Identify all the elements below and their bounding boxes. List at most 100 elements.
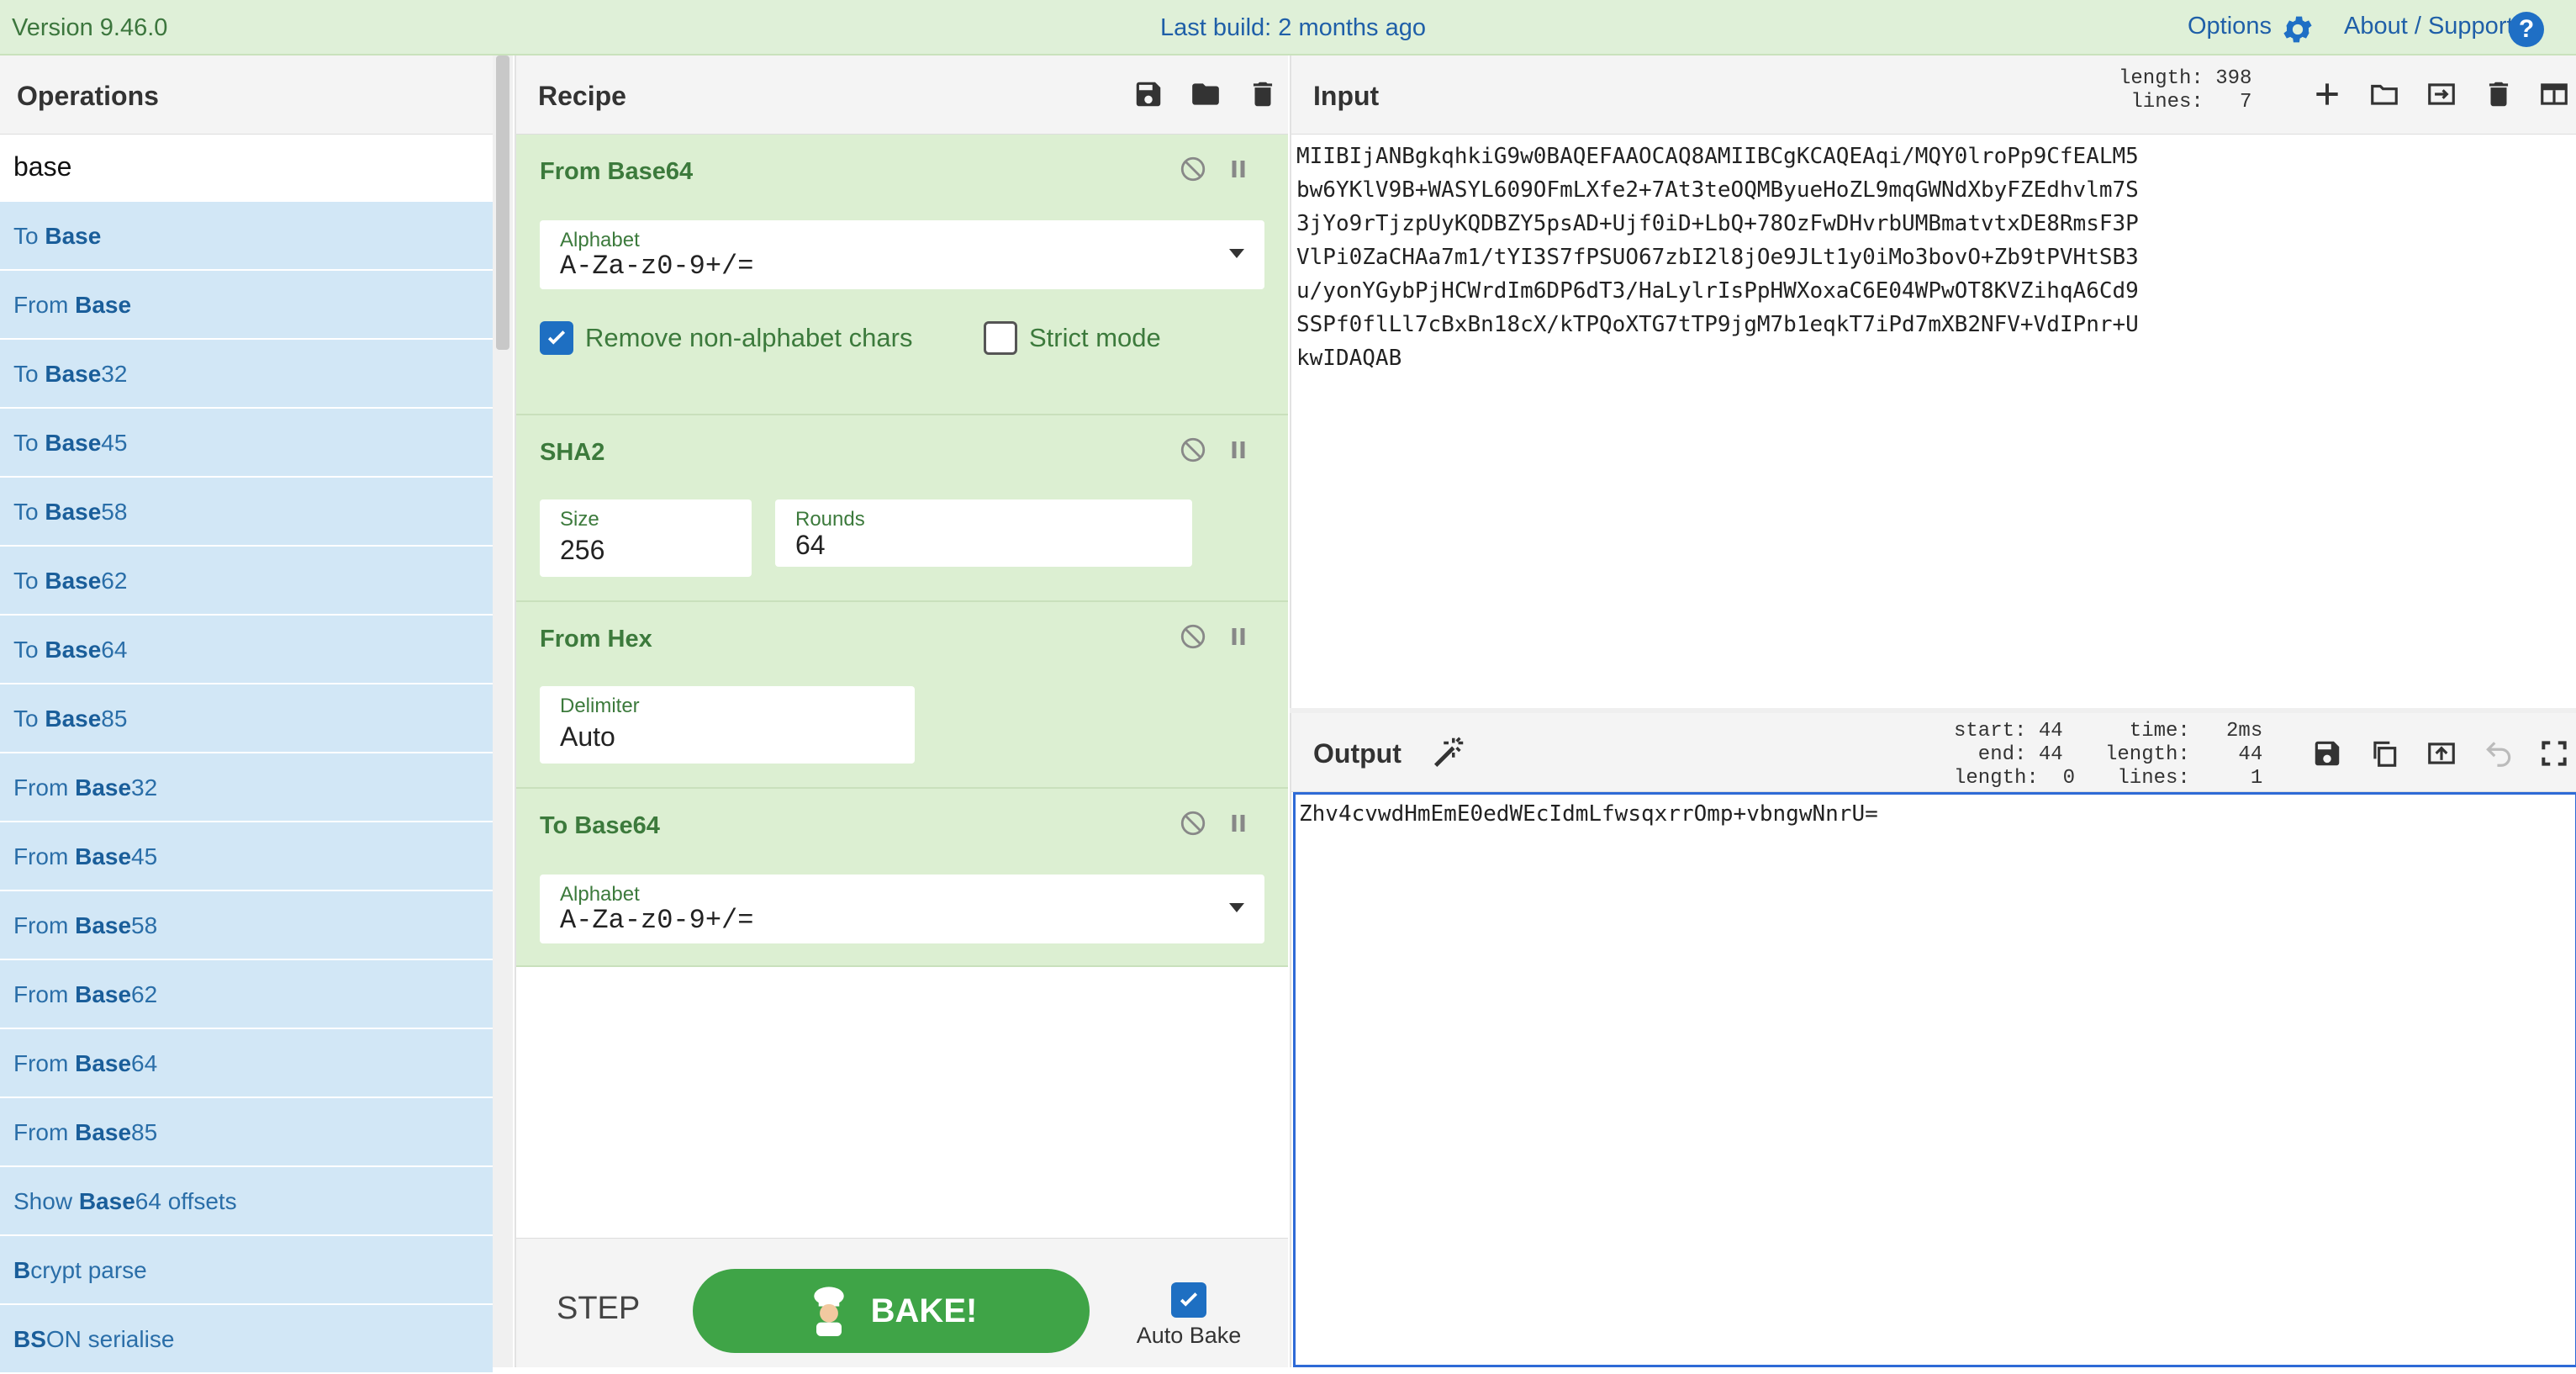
- controls-bar: STEP BAKE! Auto Bake: [516, 1238, 1288, 1367]
- operations-header: Operations: [0, 55, 493, 135]
- field-value: Auto: [560, 721, 615, 752]
- disable-op-icon[interactable]: [1179, 155, 1207, 183]
- bake-button[interactable]: BAKE!: [693, 1269, 1090, 1353]
- input-header: Input length: 398 lines: 7: [1291, 55, 2576, 135]
- operation-item[interactable]: BSON serialise: [0, 1305, 493, 1374]
- output-textarea[interactable]: Zhv4cvwdHmEmE0edWEcIdmLfwsqxrrOmp+vbngwN…: [1293, 792, 2576, 1367]
- output-panel: Output start: 44 end: 44 length: 0 time:…: [1290, 713, 2576, 1367]
- gear-icon[interactable]: [2280, 12, 2315, 47]
- checkbox-checked-icon[interactable]: [1171, 1282, 1206, 1318]
- clear-recipe-trash-icon[interactable]: [1244, 76, 1281, 113]
- field-label: Size: [560, 508, 599, 531]
- recipe-op-to-base64[interactable]: To Base64 Alphabet A-Za-z0-9+/=: [516, 789, 1288, 967]
- open-file-icon[interactable]: [2423, 76, 2460, 113]
- operations-search-input[interactable]: [0, 135, 493, 198]
- chevron-down-icon: [1229, 903, 1244, 912]
- operation-item[interactable]: To Base64: [0, 616, 493, 684]
- disable-op-icon[interactable]: [1179, 809, 1207, 838]
- copy-output-icon[interactable]: [2366, 735, 2403, 772]
- output-text: Zhv4cvwdHmEmE0edWEcIdmLfwsqxrrOmp+vbngwN…: [1299, 801, 1878, 827]
- checkbox-checked-icon[interactable]: [540, 321, 573, 355]
- output-selection-stats: start: 44 end: 44 length: 0: [1954, 720, 2076, 790]
- field-label: Rounds: [795, 508, 865, 531]
- checkbox-label: Strict mode: [1029, 323, 1161, 352]
- auto-bake-toggle[interactable]: Auto Bake: [1122, 1282, 1256, 1349]
- output-header: Output start: 44 end: 44 length: 0 time:…: [1291, 713, 2576, 792]
- delimiter-input[interactable]: Delimiter Auto: [540, 686, 915, 764]
- op-name: SHA2: [540, 439, 605, 466]
- operations-title: Operations: [17, 81, 159, 111]
- checkbox-unchecked-icon[interactable]: [984, 321, 1017, 355]
- op-name: From Base64: [540, 158, 694, 185]
- field-value: 256: [560, 535, 605, 565]
- field-value: 64: [795, 530, 826, 560]
- bake-label: BAKE!: [870, 1292, 978, 1329]
- operation-item[interactable]: To Base62: [0, 547, 493, 616]
- operation-item[interactable]: To Base58: [0, 478, 493, 547]
- about-support-link[interactable]: About / Support: [2344, 13, 2514, 40]
- alphabet-select[interactable]: Alphabet A-Za-z0-9+/=: [540, 220, 1264, 289]
- load-recipe-folder-icon[interactable]: [1187, 76, 1224, 113]
- operations-scrollbar[interactable]: [493, 55, 513, 1367]
- operation-item[interactable]: From Base85: [0, 1098, 493, 1167]
- recipe-op-sha2[interactable]: SHA2 Size 256 Rounds 64: [516, 415, 1288, 602]
- operation-item[interactable]: To Base: [0, 202, 493, 271]
- input-textarea[interactable]: MIIBIjANBgkqhkiG9w0BAQEFAAOCAQ8AMIIBCgKC…: [1296, 140, 2574, 375]
- step-button[interactable]: STEP: [557, 1291, 640, 1327]
- layout-icon[interactable]: [2536, 76, 2573, 113]
- breakpoint-icon[interactable]: [1226, 811, 1251, 836]
- recipe-panel: Recipe From Base64 Alphabet A-Za-z0-9+/=: [515, 55, 1288, 1367]
- disable-op-icon[interactable]: [1179, 622, 1207, 651]
- operation-item[interactable]: To Base32: [0, 340, 493, 409]
- operations-panel: Operations To Base From Base To Base32 T…: [0, 55, 513, 1374]
- operation-item[interactable]: From Base62: [0, 960, 493, 1029]
- checkbox-label: Remove non-alphabet chars: [585, 323, 913, 352]
- alphabet-select[interactable]: Alphabet A-Za-z0-9+/=: [540, 875, 1264, 943]
- help-icon[interactable]: ?: [2509, 12, 2544, 47]
- auto-bake-label: Auto Bake: [1136, 1323, 1242, 1348]
- options-link[interactable]: Options: [2188, 13, 2272, 40]
- operation-item[interactable]: From Base45: [0, 822, 493, 891]
- recipe-op-from-hex[interactable]: From Hex Delimiter Auto: [516, 602, 1288, 789]
- recipe-title: Recipe: [538, 81, 626, 111]
- breakpoint-icon[interactable]: [1226, 156, 1251, 182]
- operation-item[interactable]: From Base32: [0, 753, 493, 822]
- operation-item[interactable]: Show Base64 offsets: [0, 1167, 493, 1236]
- disable-op-icon[interactable]: [1179, 436, 1207, 464]
- undo-icon[interactable]: [2480, 735, 2517, 772]
- operation-item[interactable]: From Base64: [0, 1029, 493, 1098]
- recipe-header: Recipe: [516, 55, 1288, 135]
- top-banner: Version 9.46.0 Last build: 2 months ago …: [0, 0, 2576, 55]
- input-title: Input: [1313, 81, 1380, 111]
- breakpoint-icon[interactable]: [1226, 437, 1251, 462]
- scrollbar-thumb[interactable]: [496, 55, 509, 350]
- magic-wand-icon[interactable]: [1429, 733, 1470, 774]
- operation-item[interactable]: To Base45: [0, 409, 493, 478]
- field-label: Alphabet: [560, 229, 640, 251]
- input-panel: Input length: 398 lines: 7 MIIBIjANBgkqh…: [1290, 55, 2576, 708]
- open-folder-icon[interactable]: [2366, 76, 2403, 113]
- replace-input-icon[interactable]: [2423, 735, 2460, 772]
- size-input[interactable]: Size 256: [540, 499, 752, 577]
- maximise-icon[interactable]: [2536, 735, 2573, 772]
- op-name: To Base64: [540, 812, 660, 839]
- operation-item[interactable]: Bcrypt parse: [0, 1236, 493, 1305]
- clear-input-trash-icon[interactable]: [2480, 76, 2517, 113]
- rounds-input[interactable]: Rounds 64: [775, 499, 1192, 567]
- recipe-op-from-base64[interactable]: From Base64 Alphabet A-Za-z0-9+/= Remove…: [516, 135, 1288, 415]
- operation-item[interactable]: From Base: [0, 271, 493, 340]
- output-title: Output: [1313, 738, 1401, 769]
- operation-item[interactable]: From Base58: [0, 891, 493, 960]
- field-label: Delimiter: [560, 695, 640, 717]
- op-name: From Hex: [540, 626, 652, 653]
- save-output-icon[interactable]: [2309, 735, 2346, 772]
- input-stats: length: 398 lines: 7: [2119, 67, 2252, 114]
- save-recipe-icon[interactable]: [1130, 76, 1167, 113]
- operation-item[interactable]: To Base85: [0, 684, 493, 753]
- breakpoint-icon[interactable]: [1226, 624, 1251, 649]
- remove-non-alphabet-checkbox[interactable]: Remove non-alphabet chars: [540, 321, 912, 355]
- strict-mode-checkbox[interactable]: Strict mode: [984, 321, 1161, 355]
- field-value: A-Za-z0-9+/=: [560, 905, 754, 936]
- add-tab-icon[interactable]: [2309, 76, 2346, 113]
- chevron-down-icon: [1229, 249, 1244, 258]
